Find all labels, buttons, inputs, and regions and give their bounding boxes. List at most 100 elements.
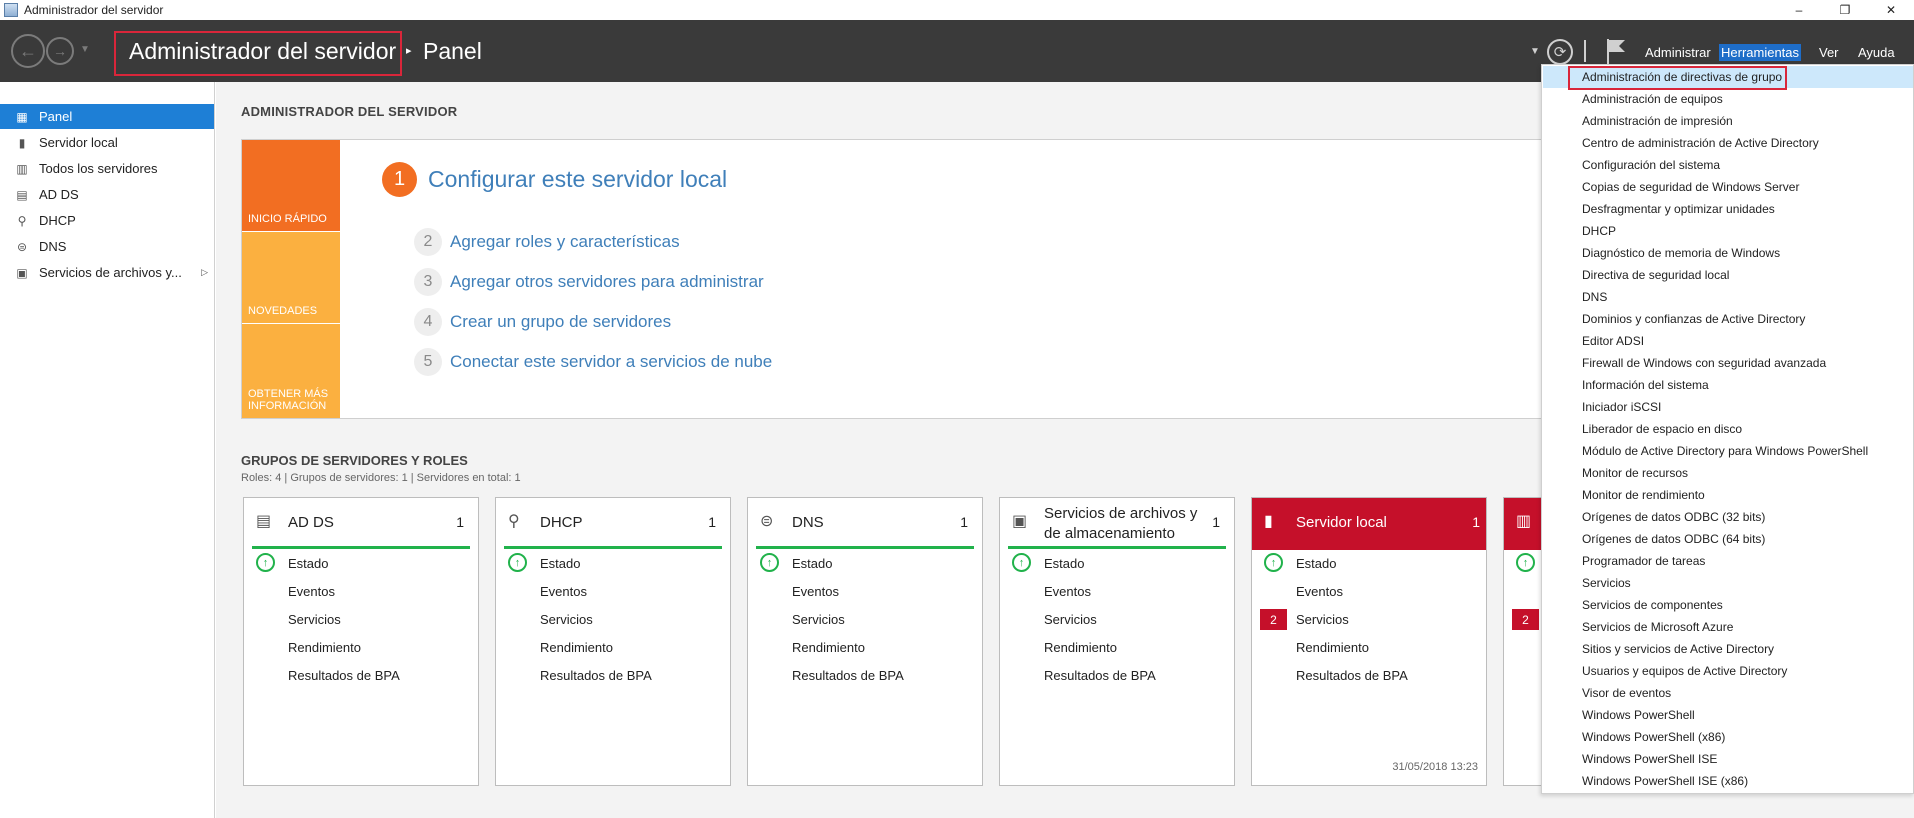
tab-inicio-rapido[interactable]: INICIO RÁPIDO	[242, 140, 340, 232]
sidebar-item-todos-los-servidores[interactable]: ▥ Todos los servidores	[0, 156, 214, 181]
tile-row-eventos[interactable]: Eventos	[1044, 584, 1091, 599]
tile-row-bpa[interactable]: Resultados de BPA	[1296, 668, 1408, 683]
tile-row-servicios[interactable]: Servicios	[1296, 612, 1349, 627]
sidebar-item-servidor-local[interactable]: ▮ Servidor local	[0, 130, 214, 155]
tile-row-estado[interactable]: Estado	[1296, 556, 1336, 571]
history-dropdown-icon[interactable]: ▼	[80, 44, 90, 55]
menu-item[interactable]: Copias de seguridad de Windows Server	[1543, 176, 1913, 198]
step-link[interactable]: Agregar otros servidores para administra…	[450, 272, 764, 292]
tile-header[interactable]: ⚲ DHCP 1	[504, 498, 722, 549]
breadcrumb-root[interactable]: Administrador del servidor	[129, 38, 396, 65]
menu-item[interactable]: Visor de eventos	[1543, 682, 1913, 704]
menu-item[interactable]: Orígenes de datos ODBC (32 bits)	[1543, 506, 1913, 528]
menu-item[interactable]: DHCP	[1543, 220, 1913, 242]
close-button[interactable]: ✕	[1868, 0, 1914, 20]
menu-item[interactable]: DNS	[1543, 286, 1913, 308]
menu-item[interactable]: Orígenes de datos ODBC (64 bits)	[1543, 528, 1913, 550]
menu-item[interactable]: Servicios de componentes	[1543, 594, 1913, 616]
tile-header[interactable]: ⊜ DNS 1	[756, 498, 974, 549]
menu-item[interactable]: Monitor de rendimiento	[1543, 484, 1913, 506]
tile-row-estado[interactable]: Estado	[288, 556, 328, 571]
menu-item[interactable]: Centro de administración de Active Direc…	[1543, 132, 1913, 154]
sidebar-item-servicios-archivos[interactable]: ▣ Servicios de archivos y... ▷	[0, 260, 214, 285]
menu-item[interactable]: Editor ADSI	[1543, 330, 1913, 352]
tile-row-rendimiento[interactable]: Rendimiento	[792, 640, 865, 655]
tile-row-bpa[interactable]: Resultados de BPA	[792, 668, 904, 683]
tile-row-eventos[interactable]: Eventos	[288, 584, 335, 599]
tile-header[interactable]: ▮ Servidor local 1	[1252, 498, 1486, 550]
tile-row-eventos[interactable]: Eventos	[792, 584, 839, 599]
step-link[interactable]: Agregar roles y características	[450, 232, 680, 252]
refresh-icon[interactable]: ⟳	[1547, 39, 1573, 65]
tile-dhcp[interactable]: ⚲ DHCP 1 ↑ Estado Eventos Servicios Rend…	[495, 497, 731, 786]
menu-item[interactable]: Windows PowerShell (x86)	[1543, 726, 1913, 748]
notifications-flag-icon[interactable]	[1605, 37, 1629, 65]
tab-novedades[interactable]: NOVEDADES	[242, 232, 340, 324]
tile-row-estado[interactable]: Estado	[792, 556, 832, 571]
step-link[interactable]: Crear un grupo de servidores	[450, 312, 671, 332]
menu-item[interactable]: Servicios de Microsoft Azure	[1543, 616, 1913, 638]
menu-item[interactable]: Firewall de Windows con seguridad avanza…	[1543, 352, 1913, 374]
menu-item[interactable]: Programador de tareas	[1543, 550, 1913, 572]
menu-item[interactable]: Directiva de seguridad local	[1543, 264, 1913, 286]
sidebar-item-dns[interactable]: ⊜ DNS	[0, 234, 214, 259]
sidebar-item-panel[interactable]: ▦ Panel	[0, 104, 214, 129]
tile-row-eventos[interactable]: Eventos	[1296, 584, 1343, 599]
minimize-button[interactable]: –	[1776, 0, 1822, 20]
back-arrow-icon[interactable]: ←	[11, 34, 45, 68]
step-link[interactable]: Configurar este servidor local	[428, 166, 727, 193]
header-dropdown-icon[interactable]: ▼	[1530, 46, 1540, 57]
quick-start-step-2[interactable]: 2 Agregar roles y características	[414, 228, 680, 256]
menu-item[interactable]: Administración de equipos	[1543, 88, 1913, 110]
menu-item[interactable]: Diagnóstico de memoria de Windows	[1543, 242, 1913, 264]
tile-row-eventos[interactable]: Eventos	[540, 584, 587, 599]
menu-item[interactable]: Configuración del sistema	[1543, 154, 1913, 176]
menu-item[interactable]: Windows PowerShell ISE (x86)	[1543, 770, 1913, 792]
tile-row-rendimiento[interactable]: Rendimiento	[288, 640, 361, 655]
forward-arrow-icon[interactable]: →	[46, 37, 74, 65]
menu-item[interactable]: Windows PowerShell ISE	[1543, 748, 1913, 770]
tile-row-rendimiento[interactable]: Rendimiento	[1296, 640, 1369, 655]
tile-row-rendimiento[interactable]: Rendimiento	[1044, 640, 1117, 655]
menu-item[interactable]: Usuarios y equipos de Active Directory	[1543, 660, 1913, 682]
tile-row-bpa[interactable]: Resultados de BPA	[1044, 668, 1156, 683]
tile-dns[interactable]: ⊜ DNS 1 ↑ Estado Eventos Servicios Rendi…	[747, 497, 983, 786]
tile-header[interactable]: ▤ AD DS 1	[252, 498, 470, 549]
menu-item[interactable]: Desfragmentar y optimizar unidades	[1543, 198, 1913, 220]
tile-row-estado[interactable]: Estado	[540, 556, 580, 571]
menu-item[interactable]: Iniciador iSCSI	[1543, 396, 1913, 418]
sidebar-item-ad-ds[interactable]: ▤ AD DS	[0, 182, 214, 207]
menu-item[interactable]: Servicios	[1543, 572, 1913, 594]
quick-start-step-4[interactable]: 4 Crear un grupo de servidores	[414, 308, 671, 336]
tile-row-servicios[interactable]: Servicios	[792, 612, 845, 627]
menu-item[interactable]: Información del sistema	[1543, 374, 1913, 396]
sidebar-item-dhcp[interactable]: ⚲ DHCP	[0, 208, 214, 233]
quick-start-step-3[interactable]: 3 Agregar otros servidores para administ…	[414, 268, 764, 296]
tile-servicios-archivos[interactable]: ▣ Servicios de archivos y de almacenamie…	[999, 497, 1235, 786]
tile-row-rendimiento[interactable]: Rendimiento	[540, 640, 613, 655]
tile-ad-ds[interactable]: ▤ AD DS 1 ↑ Estado Eventos Servicios Ren…	[243, 497, 479, 786]
menu-item[interactable]: Liberador de espacio en disco	[1543, 418, 1913, 440]
menu-item[interactable]: Dominios y confianzas de Active Director…	[1543, 308, 1913, 330]
menu-item[interactable]: Módulo de Active Directory para Windows …	[1543, 440, 1913, 462]
quick-start-step-5[interactable]: 5 Conectar este servidor a servicios de …	[414, 348, 772, 376]
tile-row-bpa[interactable]: Resultados de BPA	[540, 668, 652, 683]
menu-item[interactable]: Administración de impresión	[1543, 110, 1913, 132]
quick-start-step-1[interactable]: 1 Configurar este servidor local	[382, 162, 727, 197]
tile-row-estado[interactable]: Estado	[1044, 556, 1084, 571]
restore-button[interactable]: ❐	[1822, 0, 1868, 20]
menu-item[interactable]: Monitor de recursos	[1543, 462, 1913, 484]
menu-administrar[interactable]: Administrar	[1643, 44, 1713, 61]
expand-chevron-icon[interactable]: ▷	[201, 267, 208, 278]
menu-item[interactable]: Windows PowerShell	[1543, 704, 1913, 726]
menu-ayuda[interactable]: Ayuda	[1856, 44, 1897, 61]
step-link[interactable]: Conectar este servidor a servicios de nu…	[450, 352, 772, 372]
menu-ver[interactable]: Ver	[1817, 44, 1841, 61]
tile-servidor-local[interactable]: ▮ Servidor local 1 ↑ Estado Eventos 2 Se…	[1251, 497, 1487, 786]
menu-herramientas[interactable]: Herramientas	[1719, 44, 1802, 61]
tile-row-servicios[interactable]: Servicios	[540, 612, 593, 627]
tile-header[interactable]: ▣ Servicios de archivos y de almacenamie…	[1008, 498, 1226, 549]
tab-obtener-mas-informacion[interactable]: OBTENER MÁS INFORMACIÓN	[242, 324, 340, 418]
tile-row-bpa[interactable]: Resultados de BPA	[288, 668, 400, 683]
menu-item[interactable]: Sitios y servicios de Active Directory	[1543, 638, 1913, 660]
